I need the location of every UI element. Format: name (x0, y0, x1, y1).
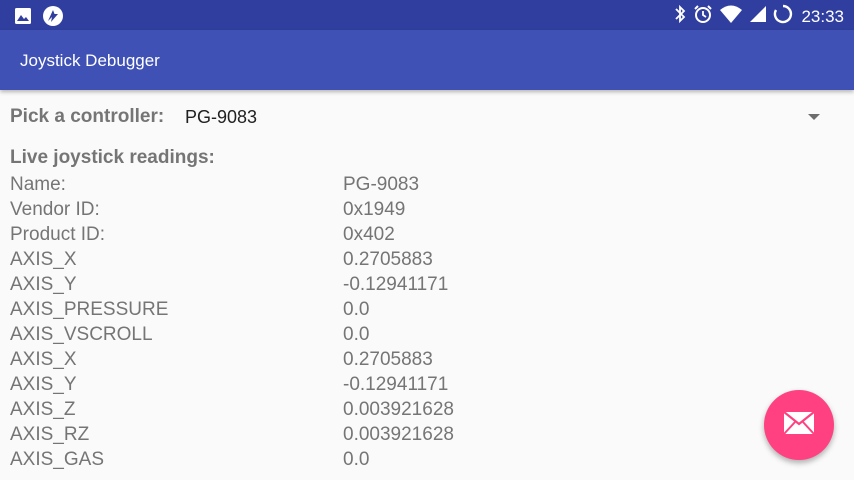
reading-row: Vendor ID: 0x1949 (10, 199, 610, 224)
reading-key: Vendor ID: (10, 199, 100, 220)
battery-charging-icon (773, 4, 793, 29)
dropdown-arrow-icon[interactable] (808, 114, 820, 120)
readings-list: Name: PG-9083 Vendor ID: 0x1949 Product … (10, 174, 610, 474)
reading-key: AXIS_VSCROLL (10, 324, 153, 345)
controller-picker[interactable]: Pick a controller: PG-9083 (10, 106, 844, 130)
reading-row: AXIS_Y -0.12941171 (10, 374, 610, 399)
reading-value: 0.003921628 (343, 424, 454, 445)
readings-title: Live joystick readings: (10, 147, 215, 168)
reading-row: AXIS_X 0.2705883 (10, 249, 610, 274)
reading-value: 0.2705883 (343, 349, 433, 370)
reading-value: 0.0 (343, 299, 370, 320)
signal-icon (749, 5, 767, 28)
reading-key: AXIS_GAS (10, 449, 104, 470)
reading-key: AXIS_Z (10, 399, 76, 420)
email-fab-button[interactable] (764, 390, 834, 460)
reading-value: 0.2705883 (343, 249, 433, 270)
reading-row: AXIS_GAS 0.0 (10, 449, 610, 474)
reading-key: Name: (10, 174, 66, 195)
reading-key: AXIS_X (10, 249, 77, 270)
bluetooth-icon (673, 4, 687, 29)
reading-key: AXIS_Y (10, 274, 77, 295)
reading-key: AXIS_X (10, 349, 77, 370)
reading-row: AXIS_X 0.2705883 (10, 349, 610, 374)
reading-row: AXIS_Z 0.003921628 (10, 399, 610, 424)
reading-value: -0.12941171 (343, 274, 449, 295)
reading-value: 0.0 (343, 324, 370, 345)
app-logo-icon (42, 5, 64, 32)
reading-value: PG-9083 (343, 174, 420, 195)
app-title: Joystick Debugger (20, 51, 160, 70)
wifi-icon (719, 4, 743, 29)
reading-row: AXIS_Y -0.12941171 (10, 274, 610, 299)
reading-row: Product ID: 0x402 (10, 224, 610, 249)
email-icon (783, 410, 815, 440)
status-left-icons (14, 5, 64, 32)
reading-key: AXIS_PRESSURE (10, 299, 169, 320)
reading-row: AXIS_VSCROLL 0.0 (10, 324, 610, 349)
app-bar: Joystick Debugger (0, 30, 854, 90)
reading-value: 0x1949 (343, 199, 406, 220)
reading-row: AXIS_RZ 0.003921628 (10, 424, 610, 449)
reading-value: 0.0 (343, 449, 370, 470)
status-bar: 23:33 (0, 0, 854, 30)
reading-value: -0.12941171 (343, 374, 449, 395)
reading-value: 0x402 (343, 224, 395, 245)
reading-row: AXIS_PRESSURE 0.0 (10, 299, 610, 324)
image-icon (14, 7, 32, 30)
reading-key: Product ID: (10, 224, 106, 245)
reading-key: AXIS_Y (10, 374, 77, 395)
controller-picker-label: Pick a controller: (10, 106, 165, 127)
main-content: Pick a controller: PG-9083 Live joystick… (0, 90, 854, 480)
reading-row: Name: PG-9083 (10, 174, 610, 199)
status-right-icons: 23:33 (673, 4, 844, 29)
alarm-icon (693, 4, 713, 29)
status-clock: 23:33 (801, 6, 844, 26)
reading-key: AXIS_RZ (10, 424, 90, 445)
controller-picker-value[interactable]: PG-9083 (185, 107, 257, 128)
reading-value: 0.003921628 (343, 399, 454, 420)
